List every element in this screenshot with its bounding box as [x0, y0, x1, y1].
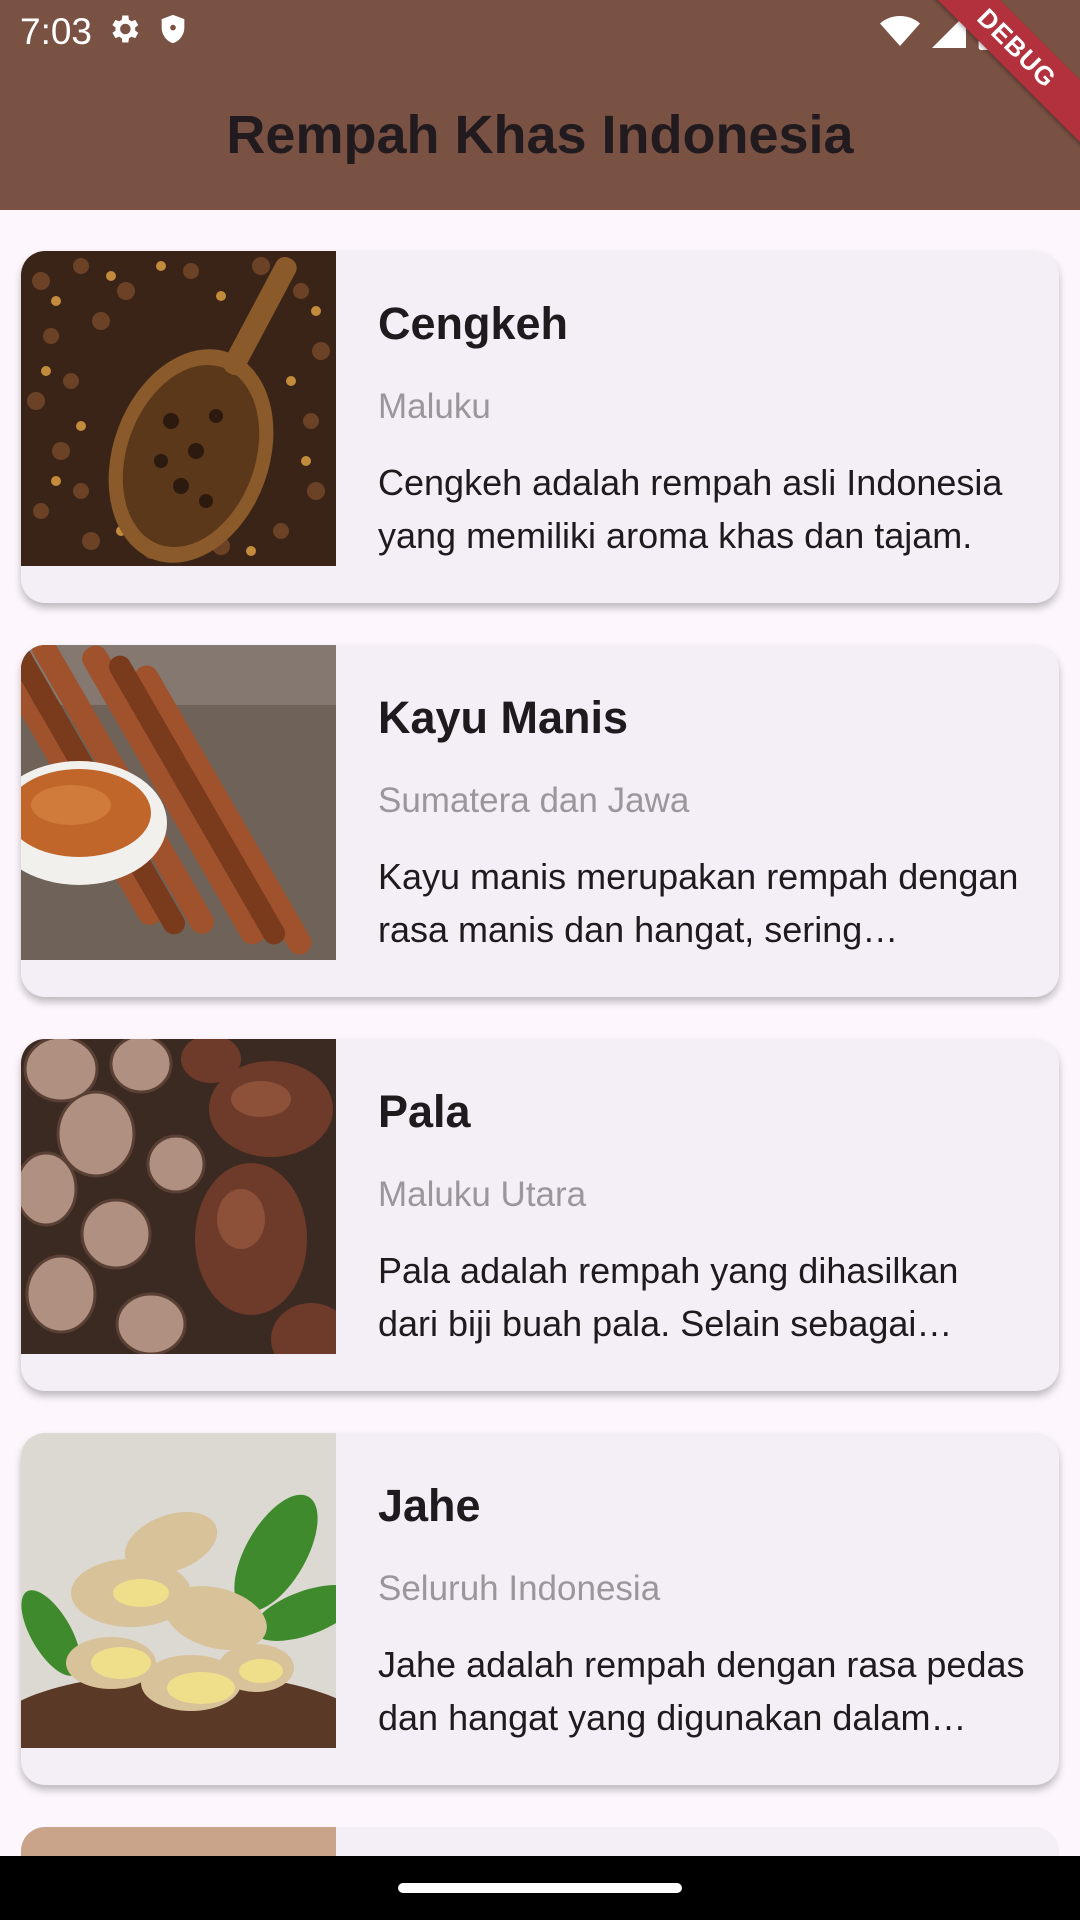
cinnamon-photo [21, 645, 336, 960]
spice-origin: Maluku Utara [378, 1175, 587, 1214]
ginger-photo [21, 1433, 336, 1748]
spice-card-cengkeh[interactable]: Cengkeh Maluku Cengkeh adalah rempah asl… [21, 251, 1059, 603]
app-bar: 7:03 Rempah Khas Indonesia [0, 0, 1080, 210]
spice-description: Pala adalah rempah yang dihasilkan dari … [378, 1250, 959, 1344]
wifi-icon [880, 14, 920, 53]
spice-origin: Seluruh Indonesia [378, 1569, 661, 1608]
spice-description: Cengkeh adalah rempah asli Indonesia yan… [378, 462, 1003, 556]
page-title: Rempah Khas Indonesia [226, 105, 854, 165]
spice-name: Cengkeh [378, 298, 569, 349]
status-time: 7:03 [20, 11, 93, 52]
cloves-photo [21, 251, 336, 566]
spice-card-kayu-manis[interactable]: Kayu Manis Sumatera dan Jawa Kayu manis … [21, 645, 1059, 997]
nutmeg-photo [21, 1039, 336, 1354]
spice-description: Jahe adalah rempah dengan rasa pedas dan… [378, 1644, 1025, 1738]
spice-origin: Maluku [378, 387, 491, 426]
spice-origin: Sumatera dan Jawa [378, 781, 690, 820]
spice-card-jahe[interactable]: Jahe Seluruh Indonesia Jahe adalah rempa… [21, 1433, 1059, 1785]
spice-name: Pala [378, 1086, 471, 1137]
home-indicator[interactable] [398, 1883, 682, 1893]
shield-icon [156, 11, 190, 52]
status-bar: 7:03 [0, 0, 1080, 64]
spice-name: Jahe [378, 1480, 481, 1531]
spice-name: Kayu Manis [378, 692, 629, 743]
gear-icon [106, 11, 142, 52]
spice-card-pala[interactable]: Pala Maluku Utara Pala adalah rempah yan… [21, 1039, 1059, 1391]
spice-description: Kayu manis merupakan rempah dengan rasa … [378, 856, 1019, 950]
